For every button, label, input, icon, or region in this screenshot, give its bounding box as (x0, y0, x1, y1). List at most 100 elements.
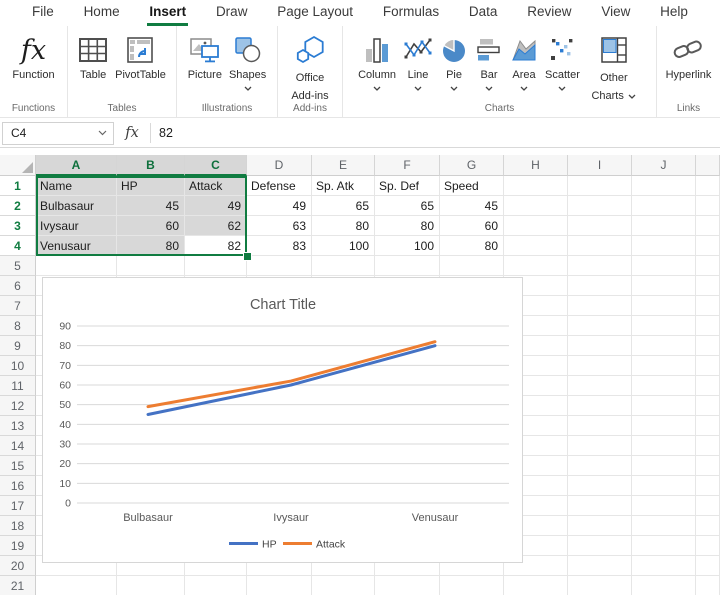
cell-K16[interactable] (696, 476, 720, 496)
cell-A21[interactable] (36, 576, 117, 595)
tab-home[interactable]: Home (82, 0, 122, 26)
cell-C1[interactable]: Attack (185, 176, 247, 196)
cell-K1[interactable] (696, 176, 720, 196)
cell-I12[interactable] (568, 396, 632, 416)
cell-K8[interactable] (696, 316, 720, 336)
cell-B1[interactable]: HP (117, 176, 185, 196)
row-header-3[interactable]: 3 (0, 216, 36, 236)
cell-A4[interactable]: Venusaur (36, 236, 117, 256)
cell-I15[interactable] (568, 456, 632, 476)
cell-E21[interactable] (312, 576, 375, 595)
cell-F4[interactable]: 100 (375, 236, 440, 256)
cell-I6[interactable] (568, 276, 632, 296)
cell-G1[interactable]: Speed (440, 176, 504, 196)
cell-H3[interactable] (504, 216, 568, 236)
cell-I17[interactable] (568, 496, 632, 516)
cell-J7[interactable] (632, 296, 696, 316)
cell-K14[interactable] (696, 436, 720, 456)
embedded-chart[interactable]: 0102030405060708090Chart TitleBulbasaurI… (42, 277, 523, 563)
row-header-8[interactable]: 8 (0, 316, 36, 336)
cell-J17[interactable] (632, 496, 696, 516)
row-header-20[interactable]: 20 (0, 556, 36, 576)
cell-F5[interactable] (375, 256, 440, 276)
cell-A5[interactable] (36, 256, 117, 276)
cell-K10[interactable] (696, 356, 720, 376)
row-header-18[interactable]: 18 (0, 516, 36, 536)
insert-function-fx-button[interactable]: fx (114, 125, 150, 141)
tab-help[interactable]: Help (658, 0, 690, 26)
column-header-D[interactable]: D (247, 155, 312, 176)
tab-draw[interactable]: Draw (214, 0, 250, 26)
column-dropdown-chevron-icon[interactable] (373, 86, 381, 91)
pivottable-button[interactable]: PivotTable (112, 31, 169, 84)
column-chart-button[interactable]: Column (355, 31, 399, 92)
cell-I2[interactable] (568, 196, 632, 216)
cell-I9[interactable] (568, 336, 632, 356)
cell-J9[interactable] (632, 336, 696, 356)
hyperlink-button[interactable]: Hyperlink (663, 31, 715, 84)
row-header-16[interactable]: 16 (0, 476, 36, 496)
cell-J15[interactable] (632, 456, 696, 476)
cell-G5[interactable] (440, 256, 504, 276)
other-charts-button[interactable]: Other Charts (584, 31, 644, 105)
cell-K17[interactable] (696, 496, 720, 516)
formula-input[interactable]: 82 (151, 126, 173, 140)
cell-I19[interactable] (568, 536, 632, 556)
row-header-21[interactable]: 21 (0, 576, 36, 595)
cell-K18[interactable] (696, 516, 720, 536)
cell-J13[interactable] (632, 416, 696, 436)
name-box[interactable]: C4 (2, 122, 114, 145)
cell-F21[interactable] (375, 576, 440, 595)
row-header-17[interactable]: 17 (0, 496, 36, 516)
cell-F2[interactable]: 65 (375, 196, 440, 216)
cell-K6[interactable] (696, 276, 720, 296)
cell-K13[interactable] (696, 416, 720, 436)
tab-page-layout[interactable]: Page Layout (275, 0, 355, 26)
cell-I4[interactable] (568, 236, 632, 256)
cell-K15[interactable] (696, 456, 720, 476)
cell-J4[interactable] (632, 236, 696, 256)
cell-K11[interactable] (696, 376, 720, 396)
tab-file[interactable]: File (30, 0, 56, 26)
line-dropdown-chevron-icon[interactable] (414, 86, 422, 91)
cell-H4[interactable] (504, 236, 568, 256)
cell-K5[interactable] (696, 256, 720, 276)
cell-B3[interactable]: 60 (117, 216, 185, 236)
other-charts-dropdown-chevron-icon[interactable] (628, 94, 636, 99)
cell-A3[interactable]: Ivysaur (36, 216, 117, 236)
column-header-A[interactable]: A (36, 155, 117, 176)
shapes-button[interactable]: Shapes (226, 31, 269, 92)
cell-H2[interactable] (504, 196, 568, 216)
cell-J16[interactable] (632, 476, 696, 496)
cell-A1[interactable]: Name (36, 176, 117, 196)
cell-K7[interactable] (696, 296, 720, 316)
cell-I16[interactable] (568, 476, 632, 496)
pie-chart-button[interactable]: Pie (437, 31, 471, 92)
cell-E1[interactable]: Sp. Atk (312, 176, 375, 196)
row-header-11[interactable]: 11 (0, 376, 36, 396)
table-button[interactable]: Table (75, 31, 111, 84)
cell-I14[interactable] (568, 436, 632, 456)
picture-button[interactable]: Picture (185, 31, 225, 84)
cell-I8[interactable] (568, 316, 632, 336)
cell-C5[interactable] (185, 256, 247, 276)
cell-J14[interactable] (632, 436, 696, 456)
cell-H21[interactable] (504, 576, 568, 595)
row-header-1[interactable]: 1 (0, 176, 36, 196)
row-header-6[interactable]: 6 (0, 276, 36, 296)
cell-D4[interactable]: 83 (247, 236, 312, 256)
column-header-partial[interactable] (696, 155, 720, 176)
cell-J6[interactable] (632, 276, 696, 296)
cell-I20[interactable] (568, 556, 632, 576)
column-header-J[interactable]: J (632, 155, 696, 176)
area-dropdown-chevron-icon[interactable] (520, 86, 528, 91)
cell-J3[interactable] (632, 216, 696, 236)
column-header-C[interactable]: C (185, 155, 247, 176)
column-header-F[interactable]: F (375, 155, 440, 176)
column-header-G[interactable]: G (440, 155, 504, 176)
office-addins-button[interactable]: Office Add-ins (280, 31, 340, 105)
function-button[interactable]: fx Function (9, 31, 57, 84)
scatter-dropdown-chevron-icon[interactable] (558, 86, 566, 91)
cell-K21[interactable] (696, 576, 720, 595)
line-chart-button[interactable]: Line (400, 31, 436, 92)
